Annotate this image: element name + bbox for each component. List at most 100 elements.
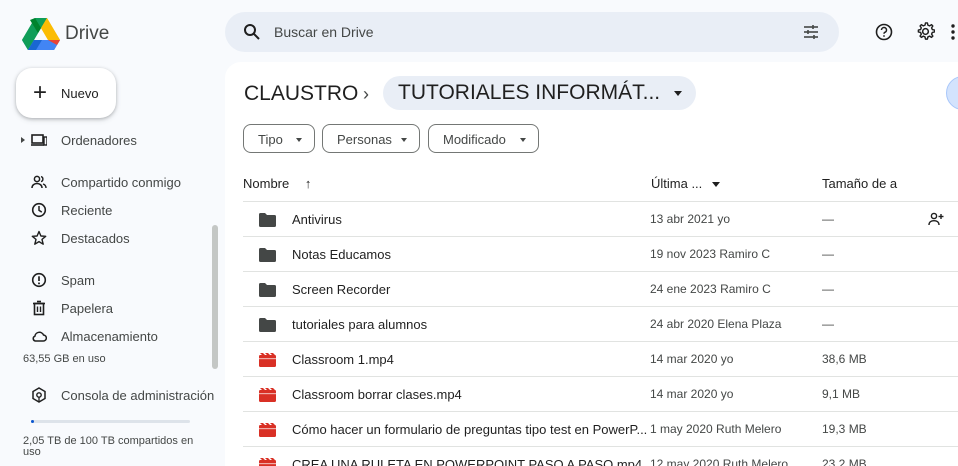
sidebar-item-trash[interactable]: Papelera: [0, 298, 215, 320]
people-icon: [31, 175, 47, 189]
sort-arrow-up-icon[interactable]: ↑: [305, 176, 312, 191]
sidebar-item-label: Papelera: [61, 301, 114, 316]
search-bar[interactable]: Buscar en Drive: [225, 12, 839, 52]
file-modified: 1 may 2020 Ruth Melero: [650, 422, 782, 436]
file-size: 38,6 MB: [822, 352, 867, 366]
sidebar-item-label: Destacados: [61, 231, 130, 246]
file-row[interactable]: Classroom borrar clases.mp4 14 mar 2020 y…: [243, 377, 958, 412]
file-name: Classroom 1.mp4: [292, 352, 394, 367]
file-size: 19,3 MB: [822, 422, 867, 436]
sidebar-item-label: Ordenadores: [61, 133, 137, 148]
file-size: —: [822, 212, 834, 226]
filter-modified-chip[interactable]: Modificado: [428, 124, 539, 153]
column-header-label: Última ...: [651, 176, 703, 191]
file-name: CREA UNA RULETA EN POWERPOINT PASO A PAS…: [292, 457, 643, 466]
storage-used-text: 63,55 GB en uso: [23, 353, 106, 365]
help-icon[interactable]: [875, 23, 893, 41]
breadcrumb-current-folder[interactable]: TUTORIALES INFORMÁT...: [383, 76, 697, 110]
chevron-down-icon: [711, 182, 720, 188]
top-bar: Drive Buscar en Drive: [0, 0, 958, 64]
share-icon[interactable]: [928, 212, 944, 226]
file-row[interactable]: Screen Recorder 24 ene 2023 Ramiro C —: [243, 272, 958, 307]
folder-icon: [259, 283, 276, 297]
sidebar-scrollbar[interactable]: [212, 225, 218, 369]
sidebar-item-recent[interactable]: Reciente: [0, 200, 215, 222]
chevron-down-icon: [401, 138, 407, 142]
filter-label: Modificado: [443, 132, 506, 147]
file-name: Antivirus: [292, 212, 342, 227]
sidebar-item-label: Compartido conmigo: [61, 175, 181, 190]
chevron-down-icon: [520, 138, 526, 142]
file-row[interactable]: Classroom 1.mp4 14 mar 2020 yo 38,6 MB: [243, 342, 958, 377]
folder-icon: [259, 248, 276, 262]
column-header-size[interactable]: Tamaño de a: [822, 176, 897, 191]
new-button[interactable]: + Nuevo: [16, 68, 116, 118]
column-header-modified[interactable]: Última ...: [651, 176, 720, 191]
file-name: Notas Educamos: [292, 247, 391, 262]
file-size: —: [822, 247, 834, 261]
sidebar-item-admin-console[interactable]: Consola de administración: [0, 385, 215, 407]
file-row[interactable]: CREA UNA RULETA EN POWERPOINT PASO A PAS…: [243, 447, 958, 466]
admin-console-icon: [32, 387, 46, 403]
file-modified: 14 mar 2020 yo: [650, 387, 734, 401]
file-modified: 19 nov 2023 Ramiro C: [650, 247, 771, 261]
storage-quota-bar: [31, 420, 190, 423]
filter-label: Tipo: [258, 132, 283, 147]
file-row[interactable]: Antivirus 13 abr 2021 yo —: [243, 202, 958, 237]
sidebar-item-label: Reciente: [61, 203, 113, 218]
file-size: —: [822, 282, 834, 296]
video-file-icon: [259, 388, 276, 402]
file-row[interactable]: tutoriales para alumnos 24 abr 2020 Elena…: [243, 307, 958, 342]
filter-type-chip[interactable]: Tipo: [243, 124, 315, 153]
file-row[interactable]: Notas Educamos 19 nov 2023 Ramiro C —: [243, 237, 958, 272]
sidebar-item-starred[interactable]: Destacados: [0, 228, 215, 250]
clock-icon: [31, 202, 47, 218]
sidebar-item-label: Spam: [61, 273, 95, 288]
search-icon[interactable]: [243, 23, 261, 41]
sidebar-item-label: Consola de administración: [61, 388, 215, 403]
plus-icon: +: [33, 79, 48, 106]
details-panel-button[interactable]: [946, 76, 958, 110]
storage-quota-text: 2,05 TB de 100 TB compartidos en uso: [23, 435, 194, 458]
file-name: Classroom borrar clases.mp4: [292, 387, 462, 402]
drive-logo-icon[interactable]: [22, 18, 60, 50]
file-row[interactable]: Cómo hacer un formulario de preguntas ti…: [243, 412, 958, 447]
filter-people-chip[interactable]: Personas: [322, 124, 420, 153]
column-header-name[interactable]: Nombre ↑: [243, 176, 311, 191]
trash-icon: [33, 300, 45, 316]
search-options-icon[interactable]: [802, 23, 820, 41]
gear-icon[interactable]: [916, 22, 935, 41]
sidebar-item-storage[interactable]: Almacenamiento: [0, 326, 215, 348]
video-file-icon: [259, 353, 276, 367]
sidebar-item-label: Almacenamiento: [61, 329, 158, 344]
expand-caret-icon[interactable]: [21, 137, 25, 143]
filter-label: Personas: [337, 132, 392, 147]
breadcrumb-separator: ›: [363, 84, 369, 104]
cloud-icon: [32, 331, 47, 342]
folder-icon: [259, 213, 276, 227]
more-options-icon[interactable]: [950, 24, 956, 40]
folder-icon: [259, 318, 276, 332]
breadcrumb-current-label: TUTORIALES INFORMÁT...: [398, 81, 661, 104]
video-file-icon: [259, 458, 276, 466]
breadcrumb-root[interactable]: CLAUSTRO: [244, 82, 358, 106]
search-input[interactable]: Buscar en Drive: [274, 24, 374, 40]
sidebar-item-shared[interactable]: Compartido conmigo: [0, 172, 215, 194]
file-size: 9,1 MB: [822, 387, 861, 401]
file-modified: 12 may 2020 Ruth Melero: [650, 457, 789, 466]
video-file-icon: [259, 423, 276, 437]
file-name: Screen Recorder: [292, 282, 391, 297]
new-button-label: Nuevo: [61, 86, 99, 101]
file-modified: 24 ene 2023 Ramiro C: [650, 282, 771, 296]
sidebar-item-computers[interactable]: Ordenadores: [0, 130, 215, 152]
app-name[interactable]: Drive: [65, 23, 109, 45]
computer-icon: [31, 134, 47, 146]
main-content: CLAUSTRO › TUTORIALES INFORMÁT... Tipo P…: [225, 62, 958, 466]
star-icon: [31, 230, 47, 245]
file-size: —: [822, 317, 834, 331]
file-modified: 13 abr 2021 yo: [650, 212, 731, 226]
chevron-down-icon: [674, 91, 683, 96]
column-header-label: Nombre: [243, 176, 290, 191]
file-name: Cómo hacer un formulario de preguntas ti…: [292, 422, 648, 437]
sidebar-item-spam[interactable]: Spam: [0, 270, 215, 292]
